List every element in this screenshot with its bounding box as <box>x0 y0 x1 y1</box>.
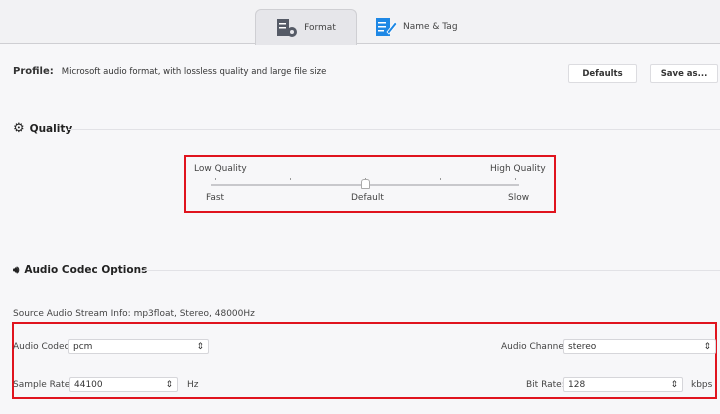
format-settings-icon <box>277 18 298 37</box>
profile-label: Profile: <box>13 66 54 77</box>
audio-codec-label: Audio Codec: <box>13 342 73 352</box>
speaker-icon: 🔊︎ <box>13 264 20 276</box>
sample-rate-unit: Hz <box>187 380 199 390</box>
source-stream-info: Source Audio Stream Info: mp3float, Ster… <box>13 309 255 319</box>
high-quality-label: High Quality <box>490 164 546 174</box>
slow-label: Slow <box>508 193 530 203</box>
tab-name-tag[interactable]: Name & Tag <box>363 9 473 45</box>
quality-section-title: ⚙ Quality <box>13 121 73 136</box>
divider <box>68 129 720 130</box>
slider-tick <box>440 178 441 180</box>
fast-label: Fast <box>206 193 225 203</box>
gear-icon: ⚙ <box>13 121 25 136</box>
sample-rate-value: 44100 <box>74 379 103 390</box>
quality-slider-thumb[interactable] <box>361 179 370 189</box>
updown-icon: ⇕ <box>670 379 678 390</box>
updown-icon: ⇕ <box>196 341 204 352</box>
slider-tick <box>215 178 216 180</box>
low-quality-label: Low Quality <box>194 164 247 174</box>
profile-row: Profile: Microsoft audio format, with lo… <box>13 66 326 77</box>
slider-tick <box>515 178 516 180</box>
bit-rate-unit: kbps <box>691 380 713 390</box>
profile-description: Microsoft audio format, with lossless qu… <box>61 67 327 77</box>
sample-rate-select[interactable]: 44100 ⇕ <box>69 377 178 392</box>
audio-codec-value: pcm <box>73 341 93 352</box>
audio-channel-value: stereo <box>568 341 597 352</box>
tab-bar <box>0 0 720 44</box>
edit-tag-icon <box>376 18 397 36</box>
slider-tick <box>290 178 291 180</box>
bit-rate-select[interactable]: 128 ⇕ <box>563 377 683 392</box>
tab-format[interactable]: Format <box>255 9 357 45</box>
audio-section-title: 🔊︎ Audio Codec Options <box>13 264 148 276</box>
save-as-button[interactable]: Save as... <box>650 64 718 83</box>
updown-icon: ⇕ <box>165 379 173 390</box>
sample-rate-label: Sample Rate: <box>13 380 74 390</box>
audio-channel-label: Audio Channel: <box>501 342 570 352</box>
default-label: Default <box>351 193 384 203</box>
updown-icon: ⇕ <box>703 341 711 352</box>
bit-rate-value: 128 <box>568 379 586 390</box>
audio-codec-select[interactable]: pcm ⇕ <box>68 339 209 354</box>
divider <box>143 270 720 271</box>
bit-rate-label: Bit Rate: <box>526 380 565 390</box>
audio-channel-select[interactable]: stereo ⇕ <box>563 339 716 354</box>
defaults-button[interactable]: Defaults <box>568 64 637 83</box>
